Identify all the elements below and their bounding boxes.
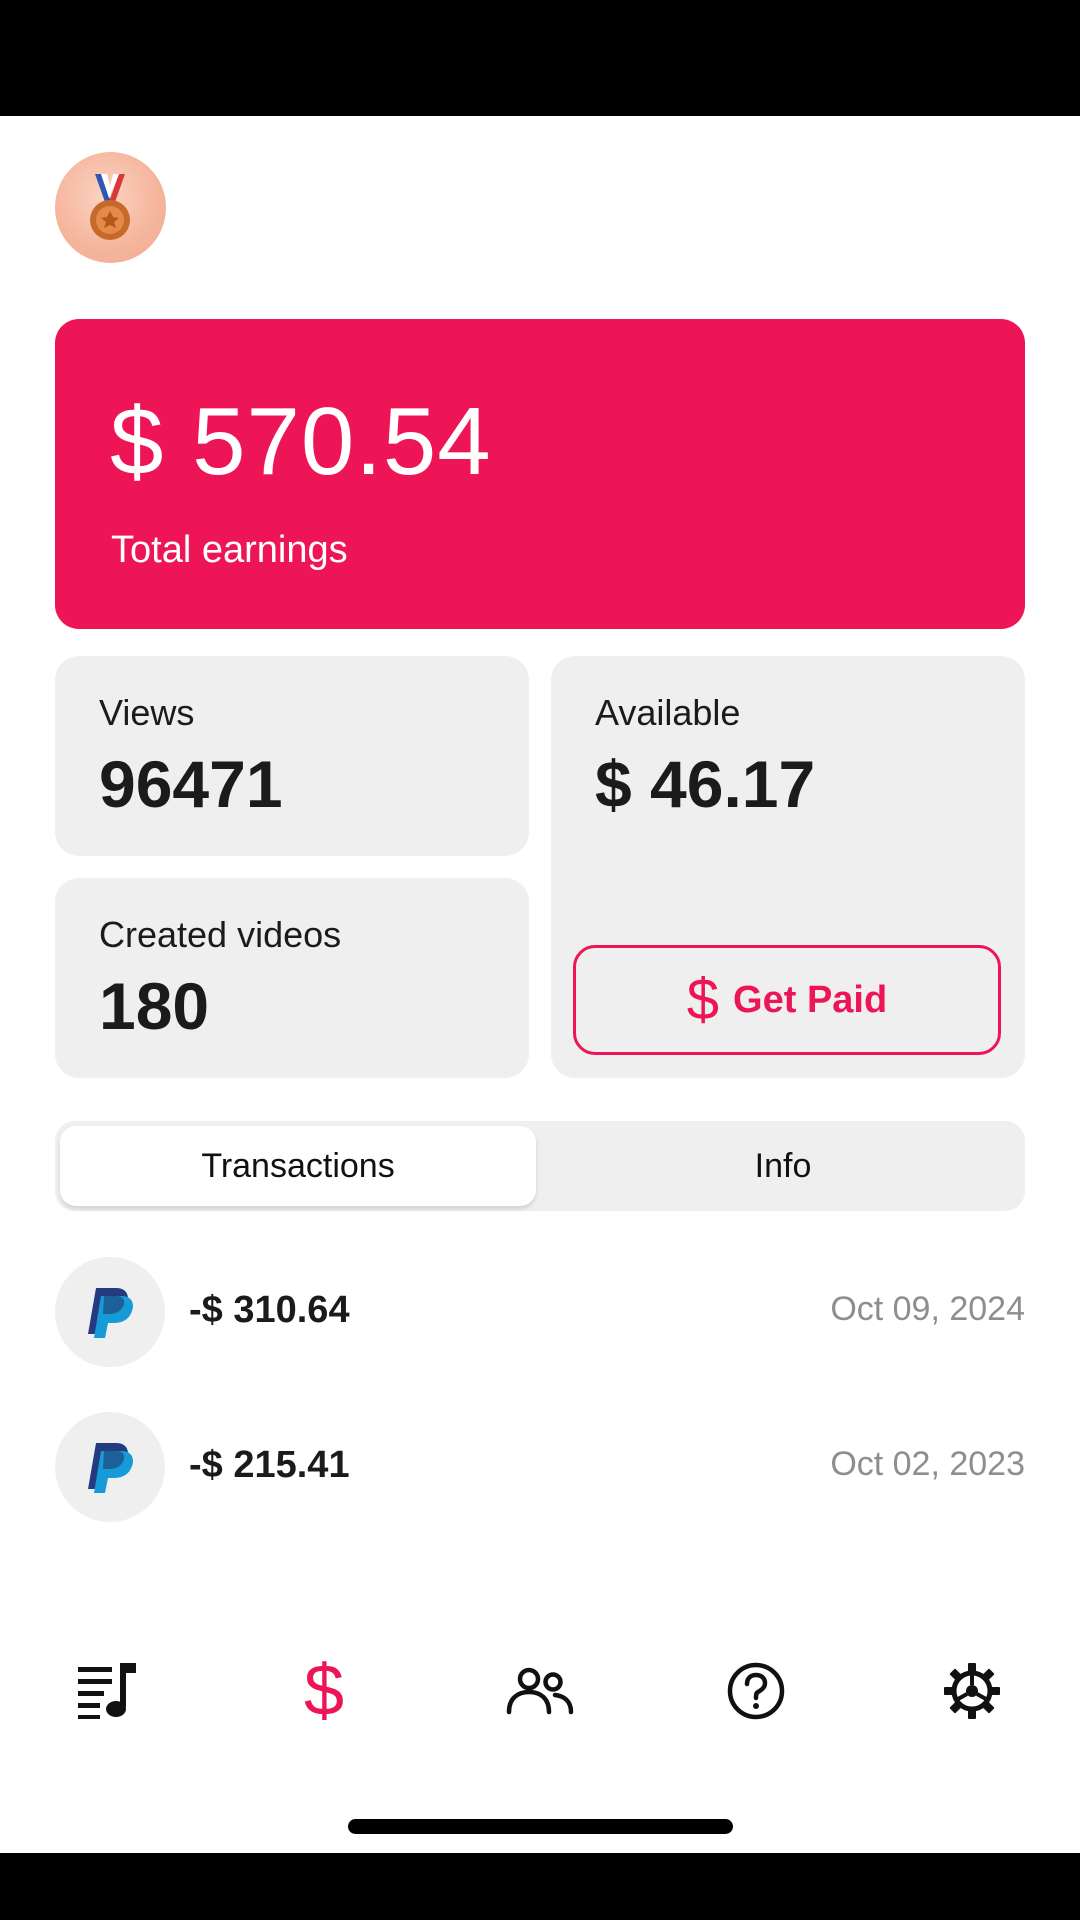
created-videos-label: Created videos: [99, 914, 342, 955]
created-videos-value: 180: [99, 969, 210, 1043]
total-earnings-label: Total earnings: [111, 529, 348, 571]
bottom-nav: $: [0, 1641, 1080, 1741]
segmented-tabs: Transactions Info: [55, 1121, 1025, 1211]
transaction-date: Oct 09, 2024: [830, 1290, 1025, 1328]
paypal-icon: [55, 1412, 165, 1522]
home-indicator: [348, 1819, 733, 1834]
transaction-amount: -$ 310.64: [189, 1289, 350, 1331]
available-value: $ 46.17: [595, 747, 816, 821]
help-icon[interactable]: [706, 1641, 806, 1741]
transaction-row[interactable]: -$ 310.64 Oct 09, 2024: [55, 1257, 1025, 1367]
settings-icon[interactable]: [922, 1641, 1022, 1741]
transaction-row[interactable]: -$ 215.41 Oct 02, 2023: [55, 1412, 1025, 1522]
created-videos-card: Created videos 180: [55, 878, 529, 1078]
total-earnings-amount: $ 570.54: [110, 388, 492, 495]
views-value: 96471: [99, 747, 283, 821]
tab-info[interactable]: Info: [545, 1126, 1021, 1206]
bronze-medal-icon[interactable]: [55, 152, 166, 263]
dollar-icon: $: [686, 967, 720, 1032]
get-paid-button[interactable]: $ Get Paid: [573, 945, 1001, 1055]
transaction-date: Oct 02, 2023: [830, 1445, 1025, 1483]
tab-transactions[interactable]: Transactions: [60, 1126, 536, 1206]
views-label: Views: [99, 692, 195, 733]
users-icon[interactable]: [490, 1641, 590, 1741]
dollar-icon[interactable]: $: [274, 1641, 374, 1741]
total-earnings-card: $ 570.54 Total earnings: [55, 319, 1025, 629]
transaction-amount: -$ 215.41: [189, 1444, 350, 1486]
paypal-icon: [55, 1257, 165, 1367]
earnings-screen: $ 570.54 Total earnings Views 96471 Crea…: [0, 116, 1080, 1853]
available-label: Available: [595, 692, 741, 733]
views-card: Views 96471: [55, 656, 529, 856]
playlist-icon[interactable]: [58, 1641, 158, 1741]
available-card: Available $ 46.17 $ Get Paid: [551, 656, 1025, 1078]
get-paid-label: Get Paid: [733, 978, 888, 1021]
